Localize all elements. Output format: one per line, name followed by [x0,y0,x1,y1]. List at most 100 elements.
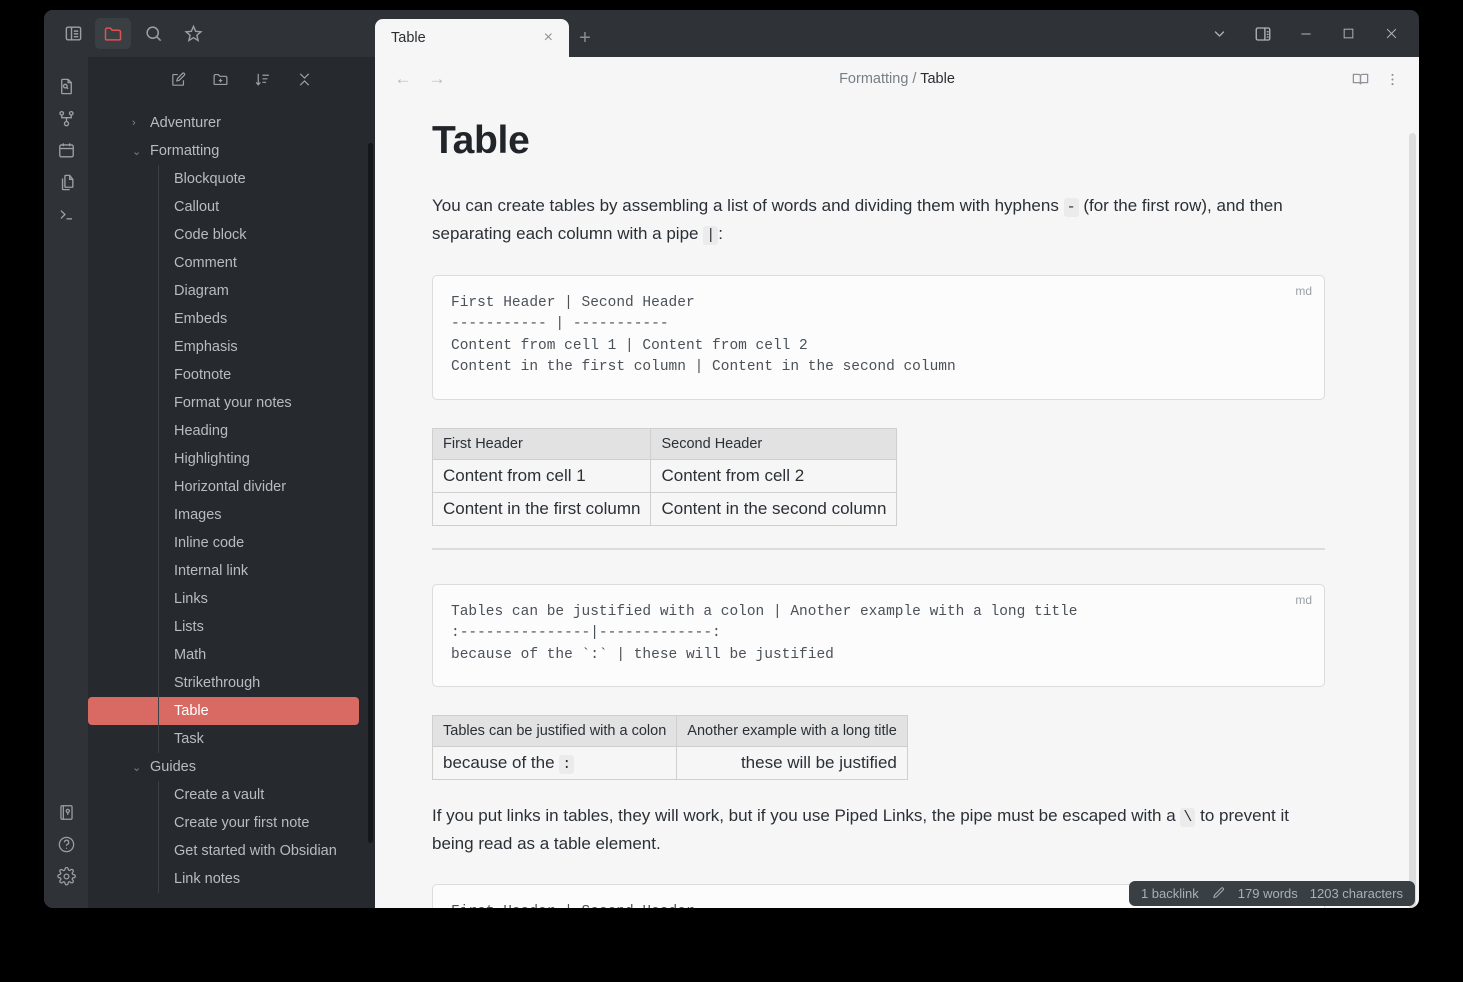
chevron-down-icon[interactable] [1198,14,1241,54]
intro-text-a: You can create tables by assembling a li… [432,196,1064,215]
table-row: Content in the first column Content in t… [431,491,898,526]
hyphen-inline-code: - [1063,198,1079,217]
ribbon-bottom-group [50,796,82,908]
copy-files-icon[interactable] [50,166,82,198]
code-block-2[interactable]: md Tables can be justified with a colon … [432,583,1325,688]
maximize-icon[interactable] [1327,14,1370,54]
file-tree-folder[interactable]: ⌄ Guides [88,753,359,781]
graph-view-icon[interactable] [50,102,82,134]
file-tree-item[interactable]: Heading [88,417,359,445]
file-search-icon[interactable] [50,70,82,102]
calendar-icon[interactable] [50,134,82,166]
back-arrow-icon[interactable]: ← [389,65,417,93]
terminal-icon[interactable] [50,198,82,230]
file-tree-item[interactable]: Link notes [88,865,359,893]
file-tree-item[interactable]: Strikethrough [88,669,359,697]
file-tree-item[interactable]: Emphasis [88,333,359,361]
folder-icon[interactable] [95,18,131,49]
star-icon[interactable] [175,18,211,49]
title-bar: Table × + [44,10,1419,57]
close-icon[interactable] [1370,14,1413,54]
minimize-icon[interactable] [1284,14,1327,54]
file-tree-item[interactable]: Highlighting [88,445,359,473]
intro-paragraph: You can create tables by assembling a li… [432,192,1325,249]
file-tree-item[interactable]: Internal link [88,557,359,585]
file-tree-item[interactable]: Create your first note [88,809,359,837]
obsidian-window: Table × + › Adventurer ⌄ Formatting Bloc… [44,10,1419,908]
tab-table[interactable]: Table × [375,19,569,57]
file-tree-item[interactable]: Images [88,501,359,529]
settings-gear-icon[interactable] [50,860,82,892]
chevron-down-icon[interactable]: ⌄ [132,137,141,165]
code-block-2-language: md [1295,592,1312,607]
sort-icon[interactable] [249,66,277,92]
file-tree-item-label: Embeds [174,311,228,327]
file-tree-item[interactable]: Blockquote [88,165,359,193]
chevron-right-icon[interactable]: › [132,109,136,137]
file-tree-item-selected[interactable]: Table [88,697,359,725]
file-tree[interactable]: › Adventurer ⌄ Formatting Blockquote Callout C… [88,101,375,908]
file-tree-item[interactable]: Embeds [88,305,359,333]
file-tree-item[interactable]: Links [88,585,359,613]
file-tree-folder[interactable]: › Adventurer [88,109,359,137]
forward-arrow-icon[interactable]: → [423,65,451,93]
file-tree-item[interactable]: Callout [88,193,359,221]
file-tree-item[interactable]: Get started with Obsidian [88,837,359,865]
search-icon[interactable] [135,18,171,49]
table-header-cell: Second Header [650,427,898,460]
content-scrollbar[interactable] [1409,133,1416,908]
file-tree-item[interactable]: Comment [88,249,359,277]
vault-switcher-icon[interactable] [50,796,82,828]
pipe-inline-code: | [703,226,719,246]
table-header-row: Tables can be justified with a colon Ano… [431,715,908,748]
file-tree-item-label: Strikethrough [174,675,261,691]
file-tree-item-label: Formatting [150,143,220,159]
breadcrumb-separator: / [912,71,917,87]
markdown-document: Table You can create tables by assemblin… [375,119,1385,908]
file-tree-item[interactable]: Code block [88,221,359,249]
intro-text-c: : [718,224,723,244]
file-tree-item[interactable]: Format your notes [88,389,359,417]
status-character-count: 1203 characters [1309,886,1403,901]
file-tree-item-label: Guides [150,759,196,775]
note-content[interactable]: Table You can create tables by assemblin… [375,101,1419,908]
reading-view-icon[interactable] [1345,64,1375,94]
table-cell: because of the : [431,746,678,781]
file-tree-item[interactable]: Footnote [88,361,359,389]
tab-close-icon[interactable]: × [540,28,557,48]
file-tree-item-label: Link notes [174,871,241,887]
navigation-arrows: ← → [389,65,451,93]
new-folder-icon[interactable] [207,66,235,92]
more-options-icon[interactable] [1377,64,1407,94]
breadcrumb-parent[interactable]: Formatting [839,71,908,87]
help-icon[interactable] [50,828,82,860]
file-tree-item[interactable]: Math [88,641,359,669]
status-backlinks[interactable]: 1 backlink [1141,886,1199,901]
new-note-icon[interactable] [165,66,193,92]
collapse-all-icon[interactable] [291,66,319,92]
table-header-cell: First Header [431,427,652,460]
file-tree-item-label: Callout [174,199,220,215]
pencil-icon[interactable] [1211,886,1226,901]
file-tree-item[interactable]: Lists [88,613,359,641]
table-cell: Content from cell 2 [650,458,898,493]
file-tree-item-label: Create a vault [174,787,265,803]
file-explorer-toolbar [88,57,375,101]
file-tree-item[interactable]: Horizontal divider [88,473,359,501]
toggle-right-sidebar-icon[interactable] [1241,14,1284,54]
titlebar-left-controls [44,10,375,57]
sidebar-scrollbar[interactable] [368,143,373,843]
file-tree-item-label: Get started with Obsidian [174,843,337,859]
code-block-1-content: First Header | Second Header -----------… [451,294,956,376]
code-block-1[interactable]: md First Header | Second Header --------… [432,274,1325,400]
file-tree-folder[interactable]: ⌄ Formatting [88,137,359,165]
file-tree-item[interactable]: Inline code [88,529,359,557]
table-row: because of the : these will be justified [431,746,908,781]
file-tree-item[interactable]: Task [88,725,359,753]
file-tree-item-label: Comment [174,255,237,271]
new-tab-icon[interactable]: + [569,19,601,57]
file-tree-item[interactable]: Create a vault [88,781,359,809]
toggle-sidebar-icon[interactable] [55,18,91,49]
file-tree-item[interactable]: Diagram [88,277,359,305]
chevron-down-icon[interactable]: ⌄ [132,753,141,781]
